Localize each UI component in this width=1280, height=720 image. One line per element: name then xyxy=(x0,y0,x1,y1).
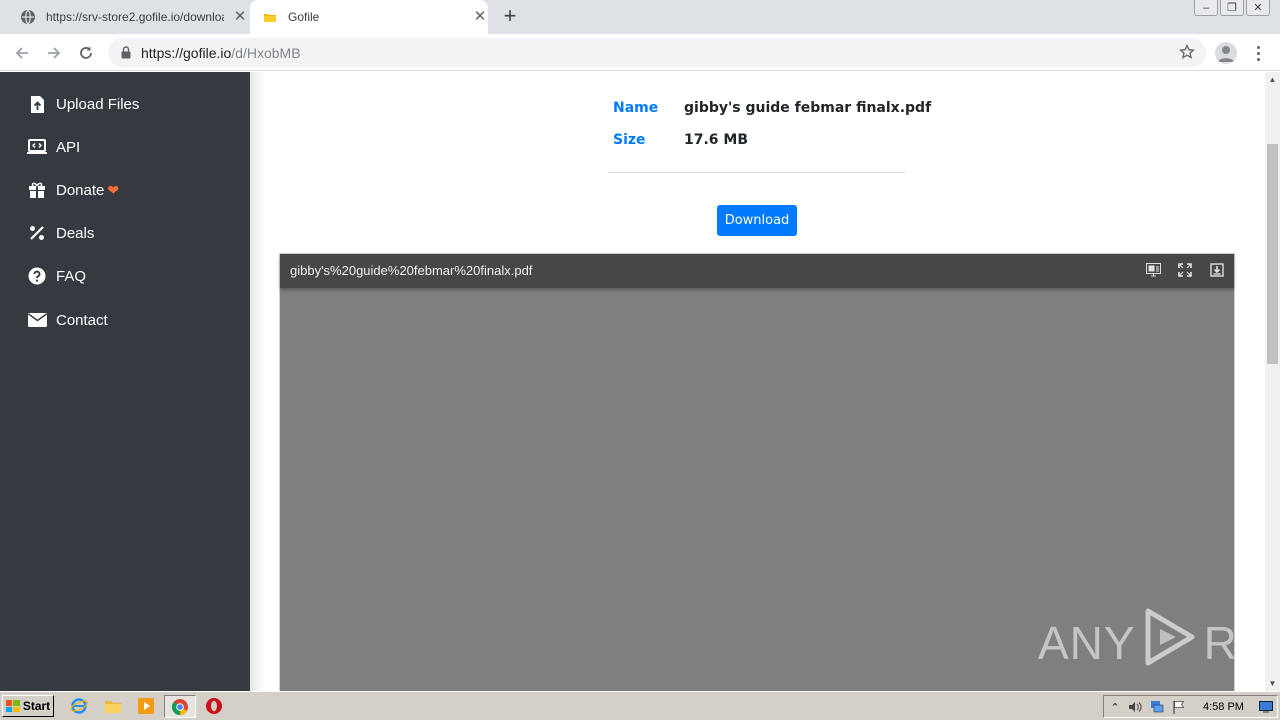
chrome-taskbar-button[interactable] xyxy=(164,695,196,718)
tab-title: Gofile xyxy=(288,10,320,24)
gofile-favicon-icon xyxy=(262,9,278,25)
sidebar-item-faq[interactable]: FAQ xyxy=(26,264,86,288)
tray-expand-icon[interactable]: ⌃ xyxy=(1108,700,1122,714)
close-window-icon[interactable]: ✕ xyxy=(1246,0,1270,16)
system-tray: ⌃ 4:58 PM xyxy=(1103,695,1278,718)
action-center-flag-icon[interactable] xyxy=(1172,700,1186,714)
network-icon[interactable] xyxy=(1150,700,1164,714)
bookmark-star-icon[interactable] xyxy=(1178,43,1196,61)
sidebar-item-label: Upload Files xyxy=(56,95,140,113)
page-scrollbar[interactable]: ▲ ▼ xyxy=(1265,72,1280,691)
volume-icon[interactable] xyxy=(1128,700,1142,714)
fullscreen-icon[interactable] xyxy=(1176,261,1194,279)
envelope-icon xyxy=(26,310,48,330)
play-triangle-icon xyxy=(1142,607,1198,678)
sidebar-shadow xyxy=(250,72,264,691)
new-tab-plus-icon[interactable]: + xyxy=(498,5,522,29)
minimize-icon[interactable]: – xyxy=(1194,0,1218,16)
file-name-label: Name xyxy=(613,100,659,116)
sidebar-item-upload-files[interactable]: Upload Files xyxy=(26,92,139,116)
scroll-up-arrow-icon[interactable]: ▲ xyxy=(1265,72,1280,87)
scroll-down-arrow-icon[interactable]: ▼ xyxy=(1265,676,1280,691)
forward-arrow-icon[interactable] xyxy=(42,41,66,65)
sidebar-item-donate[interactable]: Donate ❤ xyxy=(26,178,119,202)
gift-icon xyxy=(26,180,48,200)
file-size-value: 17.6 MB xyxy=(684,132,749,148)
tab-close-icon[interactable]: ✕ xyxy=(232,9,248,25)
browser-tab-strip: https://srv-store2.gofile.io/download/ ✕… xyxy=(0,0,1280,34)
lock-icon xyxy=(120,46,132,60)
url-path: /d/HxobMB xyxy=(231,44,301,61)
watermark-text-right: RUN xyxy=(1203,616,1265,669)
url-text: https://gofile.io/d/HxobMB xyxy=(141,45,301,61)
file-name-value: gibby's guide febmar finalx.pdf xyxy=(684,100,932,116)
back-arrow-icon[interactable] xyxy=(10,41,34,65)
start-button[interactable]: Start xyxy=(2,695,54,717)
sidebar-item-deals[interactable]: Deals xyxy=(26,221,94,245)
restore-icon[interactable]: ❐ xyxy=(1220,0,1244,16)
tab-gofile[interactable]: Gofile ✕ xyxy=(250,0,488,34)
file-size-label: Size xyxy=(613,132,646,148)
file-name-row: Name gibby's guide febmar finalx.pdf xyxy=(613,100,931,116)
browser-menu-icon[interactable] xyxy=(1250,42,1266,64)
browser-toolbar: https://gofile.io/d/HxobMB xyxy=(0,34,1280,71)
main-content: Name gibby's guide febmar finalx.pdf Size… xyxy=(250,72,1265,691)
globe-icon xyxy=(20,9,36,25)
anyrun-watermark: ANY RUN xyxy=(1038,607,1265,678)
pdf-viewer-toolbar: gibby's%20guide%20febmar%20finalx.pdf xyxy=(280,254,1234,288)
windows-logo-icon xyxy=(5,700,20,712)
tab-close-icon[interactable]: ✕ xyxy=(472,9,488,25)
sidebar-item-label: Deals xyxy=(56,224,95,242)
chrome-icon xyxy=(171,698,189,716)
scroll-thumb[interactable] xyxy=(1267,144,1278,364)
tab-title: https://srv-store2.gofile.io/download/ xyxy=(46,10,224,24)
sidebar-item-label: Contact xyxy=(56,311,108,329)
info-divider xyxy=(608,172,905,173)
pdf-download-icon[interactable] xyxy=(1208,261,1226,279)
sidebar-item-contact[interactable]: Contact xyxy=(26,308,108,332)
laptop-code-icon xyxy=(26,137,48,157)
file-upload-icon xyxy=(26,94,48,114)
sidebar: Upload Files API Donate ❤ Deals FAQ Cont… xyxy=(0,72,250,691)
url-host: https://gofile.io xyxy=(141,44,232,61)
profile-avatar-icon[interactable] xyxy=(1215,42,1237,64)
show-desktop-icon[interactable] xyxy=(1259,700,1273,714)
presentation-mode-icon[interactable] xyxy=(1144,261,1162,279)
percent-icon xyxy=(26,223,48,243)
question-circle-icon xyxy=(26,266,48,286)
opera-icon[interactable] xyxy=(205,697,223,715)
address-bar[interactable]: https://gofile.io/d/HxobMB xyxy=(108,38,1206,67)
sidebar-item-label: API xyxy=(56,138,81,156)
sidebar-item-api[interactable]: API xyxy=(26,135,80,159)
reload-icon[interactable] xyxy=(74,41,98,65)
sidebar-item-label: Donate xyxy=(56,181,105,199)
tab-download[interactable]: https://srv-store2.gofile.io/download/ ✕ xyxy=(8,0,248,34)
start-label: Start xyxy=(22,699,51,713)
taskbar: Start ⌃ 4:58 PM xyxy=(0,691,1280,720)
window-controls: – ❐ ✕ xyxy=(1192,0,1270,16)
file-size-row: Size 17.6 MB xyxy=(613,132,748,148)
clock: 4:58 PM xyxy=(1203,701,1244,713)
watermark-text-left: ANY xyxy=(1038,616,1136,669)
sidebar-item-label: FAQ xyxy=(56,267,87,285)
heart-icon: ❤ xyxy=(107,181,120,198)
internet-explorer-icon[interactable] xyxy=(70,697,88,715)
download-button[interactable]: Download xyxy=(717,205,797,236)
pdf-viewer-title: gibby's%20guide%20febmar%20finalx.pdf xyxy=(290,263,533,278)
file-explorer-icon[interactable] xyxy=(104,697,122,715)
media-player-icon[interactable] xyxy=(137,697,155,715)
